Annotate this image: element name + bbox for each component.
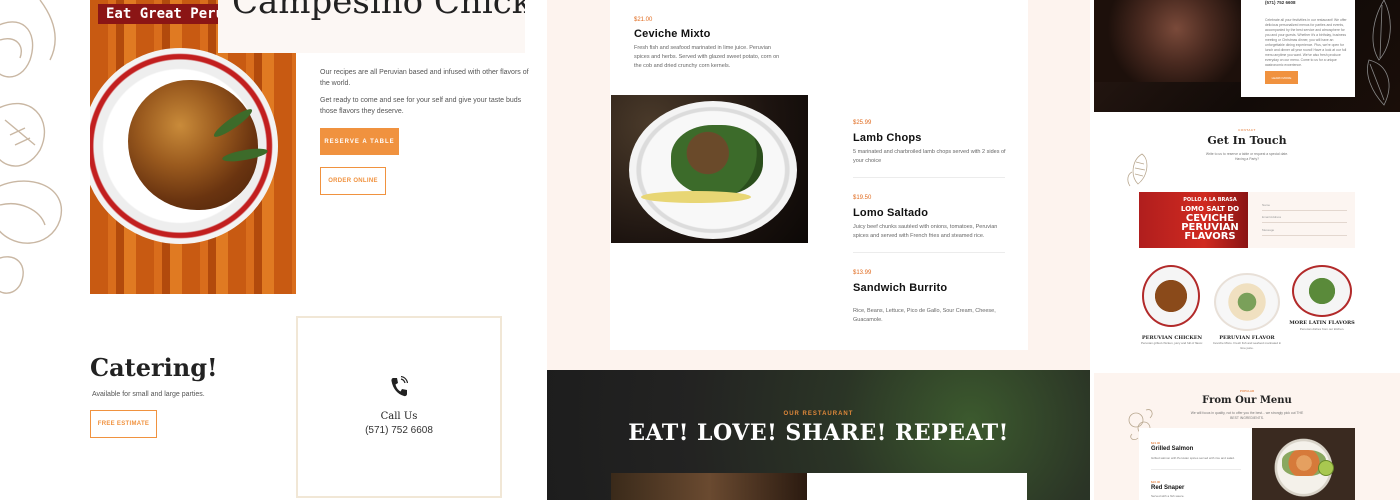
sauce-shape xyxy=(641,191,751,203)
form-label: Message xyxy=(1262,228,1275,232)
call-us-number[interactable]: (571) 752 6608 xyxy=(298,425,500,436)
menu-item-desc: Served with a fish sauce. xyxy=(1151,494,1185,498)
menu-item-price: $21.00 xyxy=(634,17,653,23)
reserve-table-button[interactable]: RESERVE A TABLE xyxy=(320,128,399,155)
herb-sketch-illustration xyxy=(0,0,63,294)
email-input[interactable] xyxy=(1262,222,1347,223)
dish-title: MORE LATIN FLAVORS xyxy=(1289,320,1355,326)
dish-desc: Ceviche Mixto. Fresh fish and seafood ma… xyxy=(1212,341,1282,350)
restaurant-photo xyxy=(611,473,808,500)
panel-overview-page: (571) 752 6608 Celebrate all your festiv… xyxy=(1094,0,1400,500)
catering-heading: Catering! xyxy=(90,353,218,382)
menu-item-name: Sandwich Burrito xyxy=(853,282,948,294)
grilled-salmon-photo xyxy=(1252,428,1355,500)
sign-text: POLLO A LA BRASA LOMO SALT DO CEVICHE PE… xyxy=(1175,196,1245,242)
hero-headline: EAT! LOVE! SHARE! REPEAT! xyxy=(628,420,1009,446)
menu-item-name: Red Snaper xyxy=(1151,485,1185,491)
sign-line: POLLO A LA BRASA xyxy=(1183,197,1237,203)
content-card xyxy=(807,473,1027,500)
events-card: (571) 752 6608 Celebrate all your festiv… xyxy=(1241,0,1355,97)
order-online-button[interactable]: ORDER ONLINE xyxy=(320,167,386,195)
menu-item-price: $26.00 xyxy=(1151,480,1161,484)
menu-kicker: POPULAR xyxy=(1239,389,1255,393)
divider xyxy=(1151,469,1241,470)
free-estimate-button[interactable]: FREE ESTIMATE xyxy=(90,410,157,438)
contact-form: Name Email Address Message xyxy=(1248,192,1355,248)
catering-subtitle: Available for small and large parties. xyxy=(92,391,205,398)
menu-subtitle: We will focus in quality, not to offer y… xyxy=(1190,411,1304,420)
menu-item-price: $13.99 xyxy=(853,270,872,276)
menu-item-price: $19.50 xyxy=(853,195,872,201)
panel-menu-page: $21.00 Ceviche Mixto Fresh fish and seaf… xyxy=(547,0,1090,500)
peruvian-chicken-photo xyxy=(1142,265,1200,327)
menu-item-desc: 5 marinated and charbroiled lamb chops s… xyxy=(853,149,1006,164)
form-label: Email Address xyxy=(1262,215,1282,219)
intro-paragraph-2: Get ready to come and see for your self … xyxy=(320,97,522,115)
contact-subtitle: Write to us to reserve a table or reques… xyxy=(1205,152,1289,161)
form-label: Name xyxy=(1262,203,1271,207)
divider xyxy=(853,252,1005,253)
menu-item-desc: Grilled salmon with Peruvian spices serv… xyxy=(1151,456,1235,460)
learn-more-button[interactable]: LEARN MORE xyxy=(1265,71,1298,84)
lamb-chops-photo xyxy=(611,95,808,243)
latin-flavors-photo xyxy=(1292,265,1352,317)
dish-desc: Peruvian dishes from our kitchen. xyxy=(1299,327,1345,331)
peruvian-flavor-photo xyxy=(1214,273,1280,331)
sign-line: FLAVORS xyxy=(1184,231,1236,242)
phone-number[interactable]: (571) 752 6608 xyxy=(1265,0,1296,5)
contact-heading: Get In Touch xyxy=(1207,134,1287,147)
corn-sketch-illustration xyxy=(1127,153,1148,187)
dish-desc: Peruvian grilled chicken, juicy and full… xyxy=(1140,341,1204,345)
leaf-sketch-illustration xyxy=(1367,0,1391,106)
contact-kicker: CONTACT xyxy=(1238,128,1256,132)
menu-item-name: Grilled Salmon xyxy=(1151,446,1194,452)
events-paragraph: Celebrate all your festivities in our re… xyxy=(1265,18,1347,66)
menu-item-name: Ceviche Mixto xyxy=(634,28,711,40)
page-title: Campesino Chicken xyxy=(232,0,525,22)
menu-list-card: $23.00 Grilled Salmon Grilled salmon wit… xyxy=(1139,428,1252,500)
call-us-card: Call Us (571) 752 6608 xyxy=(296,316,502,498)
call-us-title: Call Us xyxy=(380,411,418,422)
panel-chicken-page: Eat Great Peruv Campesino Chicken Our re… xyxy=(0,0,547,500)
name-input[interactable] xyxy=(1262,210,1347,211)
menu-item-price: $23.00 xyxy=(1151,441,1161,445)
menu-item-desc: Juicy beef chunks sautéed with onions, t… xyxy=(853,224,998,239)
peruvian-sign-photo: POLLO A LA BRASA LOMO SALT DO CEVICHE PE… xyxy=(1139,192,1248,248)
menu-item-desc: Rice, Beans, Lettuce, Pico de Gallo, Sou… xyxy=(853,308,996,323)
divider xyxy=(853,177,1005,178)
wine-toast-photo xyxy=(1094,0,1244,82)
salad-shape xyxy=(671,125,763,195)
menu-item-desc: Fresh fish and seafood marinated in lime… xyxy=(634,45,780,69)
message-input[interactable] xyxy=(1262,235,1347,236)
phone-icon xyxy=(391,376,408,397)
menu-item-price: $25.99 xyxy=(853,120,872,126)
section-kicker: OUR RESTAURANT xyxy=(783,411,854,417)
lime-shape xyxy=(1318,460,1334,476)
menu-item-name: Lomo Saltado xyxy=(853,207,929,219)
menu-item-name: Lamb Chops xyxy=(853,132,922,144)
title-box: Campesino Chicken xyxy=(218,0,525,53)
intro-paragraph: Our recipes are all Peruvian based and i… xyxy=(320,69,529,87)
